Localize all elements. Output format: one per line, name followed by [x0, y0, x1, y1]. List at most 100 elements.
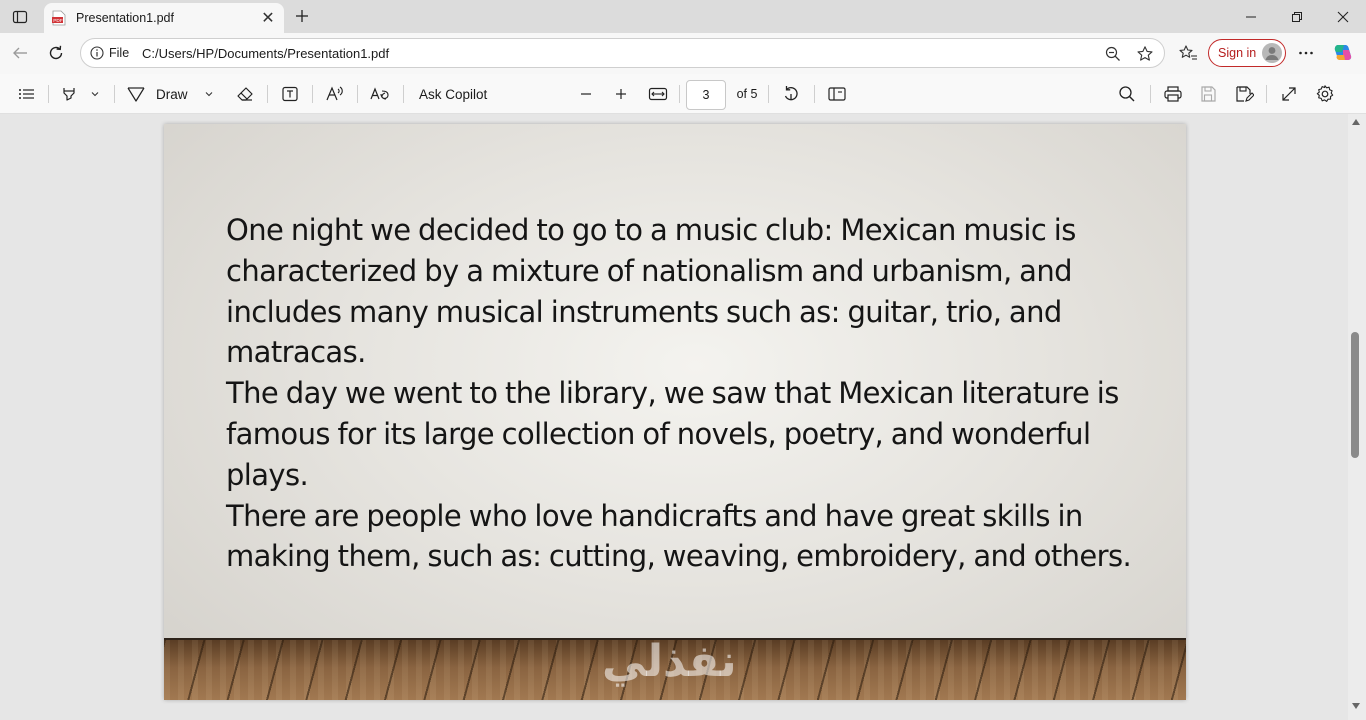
scrollbar-thumb[interactable] [1351, 332, 1359, 458]
favorites-list-icon [1179, 45, 1197, 60]
chevron-down-icon [205, 92, 213, 97]
caret-down-icon [1352, 703, 1360, 709]
copilot-icon [1334, 45, 1352, 60]
page-number-input[interactable]: 3 [686, 80, 726, 110]
page-total: of 5 [733, 82, 761, 106]
toolbar-divider [768, 85, 769, 103]
copilot-button[interactable] [1331, 41, 1355, 65]
address-bar[interactable]: File C:/Users/HP/Documents/Presentation1… [80, 38, 1165, 68]
ask-copilot-label: Ask Copilot [419, 86, 488, 102]
slide-paragraph: The day we went to the library, we saw t… [226, 376, 1119, 492]
gear-icon [1316, 85, 1334, 102]
pdf-settings-button[interactable] [1313, 82, 1337, 106]
translate-button[interactable] [368, 82, 392, 106]
page-view-button[interactable] [825, 82, 849, 106]
scroll-down-arrow[interactable] [1349, 700, 1363, 712]
zoom-out-button[interactable] [575, 82, 597, 106]
more-dots-icon [1299, 51, 1313, 55]
settings-and-more-button[interactable] [1294, 41, 1318, 65]
tab-strip: PDF Presentation1.pdf ✕ [0, 0, 1366, 33]
pdf-badge-text: PDF [53, 18, 63, 24]
fit-to-page-button[interactable] [646, 82, 670, 106]
scroll-up-arrow[interactable] [1349, 116, 1363, 128]
draw-button[interactable]: Draw [126, 82, 196, 106]
highlight-options-dropdown[interactable] [86, 82, 104, 106]
fit-width-icon [648, 87, 668, 101]
plus-icon [616, 89, 626, 99]
url-text[interactable]: C:/Users/HP/Documents/Presentation1.pdf [142, 46, 389, 61]
minimize-button[interactable] [1228, 0, 1274, 33]
slide-paragraph: There are people who love handicrafts an… [226, 498, 1132, 574]
wood-floor-graphic: نفذلي [164, 636, 1186, 700]
favorite-button[interactable] [1136, 45, 1154, 63]
tab-close-button[interactable]: ✕ [260, 10, 276, 27]
eraser-icon [237, 87, 253, 101]
highlight-button[interactable] [58, 82, 80, 106]
contents-button[interactable] [16, 82, 38, 106]
restore-icon [1292, 11, 1302, 22]
pdf-viewer[interactable]: One night we decided to go to a music cl… [0, 114, 1366, 720]
pdf-page: One night we decided to go to a music cl… [164, 124, 1186, 700]
save-as-button[interactable] [1232, 82, 1256, 106]
slide-body-text: One night we decided to go to a music cl… [226, 210, 1146, 577]
page-total-label: of 5 [736, 87, 758, 101]
add-text-button[interactable] [279, 82, 301, 106]
info-icon[interactable] [90, 46, 104, 60]
star-icon [1137, 46, 1153, 61]
back-arrow-icon [13, 47, 27, 59]
print-button[interactable] [1161, 82, 1185, 106]
sidebar-panel-icon [12, 10, 28, 24]
expand-icon [1282, 87, 1296, 101]
refresh-button[interactable] [44, 41, 68, 65]
toolbar-divider [403, 85, 404, 103]
zoom-out-icon [1105, 46, 1120, 61]
draw-label: Draw [156, 86, 188, 102]
pdf-toolbar: Draw Ask Copilot 3 of 5 [0, 74, 1366, 114]
toolbar-divider [357, 85, 358, 103]
close-window-button[interactable] [1320, 0, 1366, 33]
toolbar-divider [1150, 85, 1151, 103]
navigation-bar: File C:/Users/HP/Documents/Presentation1… [0, 33, 1366, 74]
toolbar-divider [48, 85, 49, 103]
toolbar-divider [814, 85, 815, 103]
save-as-icon [1236, 86, 1254, 102]
save-button[interactable] [1196, 82, 1220, 106]
rotate-icon [784, 86, 798, 101]
tab-actions-button[interactable] [8, 5, 32, 29]
erase-button[interactable] [234, 82, 256, 106]
rotate-button[interactable] [779, 82, 803, 106]
find-button[interactable] [1115, 82, 1139, 106]
sign-in-label: Sign in [1218, 46, 1257, 60]
zoom-in-button[interactable] [610, 82, 632, 106]
draw-options-dropdown[interactable] [200, 82, 218, 106]
ask-copilot-button[interactable]: Ask Copilot [414, 82, 496, 106]
toolbar-divider [267, 85, 268, 103]
highlighter-icon [63, 88, 75, 101]
read-aloud-button[interactable] [324, 82, 346, 106]
tab-title: Presentation1.pdf [76, 11, 174, 25]
back-button[interactable] [8, 41, 32, 65]
toolbar-divider [114, 85, 115, 103]
favorites-button[interactable] [1176, 41, 1200, 65]
slide-paragraph: One night we decided to go to a music cl… [226, 213, 1076, 370]
file-scheme-label: File [109, 46, 130, 60]
zoom-out-page-button[interactable] [1104, 45, 1122, 63]
restore-button[interactable] [1274, 0, 1320, 33]
pdf-file-icon: PDF [52, 10, 66, 26]
page-view-icon [828, 87, 846, 101]
close-icon [1337, 11, 1349, 22]
new-tab-button[interactable] [290, 5, 314, 27]
printer-icon [1164, 86, 1182, 102]
toolbar-divider [312, 85, 313, 103]
user-icon [1265, 47, 1279, 60]
active-tab[interactable]: PDF Presentation1.pdf ✕ [44, 3, 284, 33]
minimize-icon [1246, 16, 1256, 17]
table-of-contents-icon [19, 89, 34, 99]
toolbar-divider [679, 85, 680, 103]
save-disk-icon [1201, 86, 1216, 102]
full-screen-button[interactable] [1277, 82, 1301, 106]
draw-pen-icon [127, 87, 145, 102]
search-icon [1119, 86, 1135, 102]
read-aloud-icon [326, 86, 343, 101]
sign-in-button[interactable]: Sign in [1208, 39, 1286, 67]
